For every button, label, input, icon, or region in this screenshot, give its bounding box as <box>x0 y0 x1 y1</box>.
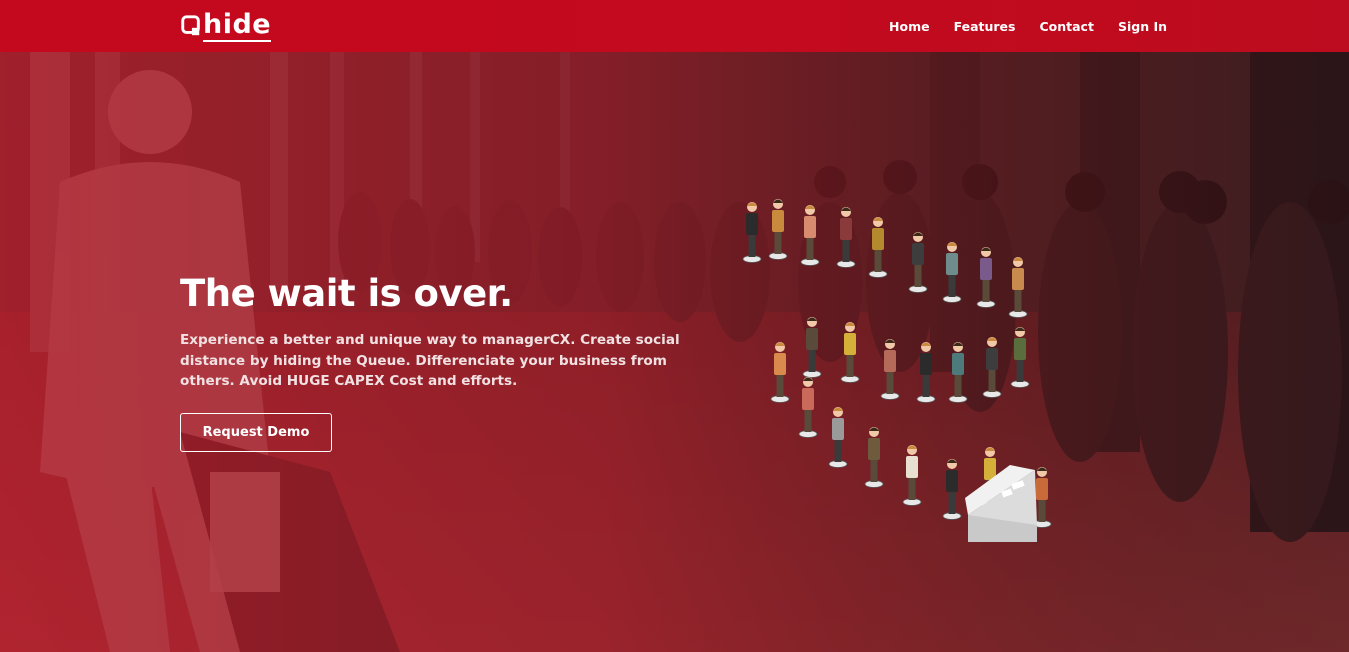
queue-person-figure <box>800 205 820 266</box>
hero-headline: The wait is over. <box>180 272 513 315</box>
queue-illustration <box>742 199 1052 542</box>
nav-link-home[interactable]: Home <box>889 19 930 34</box>
top-navbar: hide Home Features Contact Sign In <box>0 0 1349 52</box>
landing-page: hide Home Features Contact Sign In The w… <box>0 0 1349 652</box>
queue-person-figure <box>798 377 818 438</box>
nav-link-sign-in[interactable]: Sign In <box>1118 19 1167 34</box>
counter-desk <box>965 465 1037 542</box>
queue-person-figure <box>916 342 936 403</box>
request-demo-button[interactable]: Request Demo <box>180 413 332 452</box>
queue-person-figure <box>770 342 790 403</box>
queue-person-figure <box>976 247 996 308</box>
queue-person-figure <box>982 337 1002 398</box>
queue-person-figure <box>802 317 822 378</box>
queue-person-figure <box>942 242 962 303</box>
queue-person-figure <box>840 322 860 383</box>
queue-person-figure <box>768 199 788 260</box>
queue-person-figure <box>908 232 928 293</box>
nav-link-contact[interactable]: Contact <box>1039 19 1093 34</box>
queue-person-figure <box>942 459 962 520</box>
queue-person-figure <box>948 342 968 403</box>
queue-person-figure <box>1010 327 1030 388</box>
logo-q-mark <box>181 15 200 36</box>
queue-person-figure <box>836 207 856 268</box>
nav-link-features[interactable]: Features <box>954 19 1016 34</box>
brand-logo[interactable]: hide <box>180 9 272 43</box>
queue-person-figure <box>864 427 884 488</box>
queue-person-figure <box>1008 257 1028 318</box>
queue-person-figure <box>902 445 922 506</box>
hero-subtitle: Experience a better and unique way to ma… <box>180 332 680 389</box>
queue-person-figure <box>880 339 900 400</box>
queue-person-figure <box>828 407 848 468</box>
queue-person-figure <box>868 217 888 278</box>
brand-name: hide <box>203 9 272 42</box>
queue-person-figure <box>742 202 762 263</box>
main-navigation: Home Features Contact Sign In <box>865 0 1167 52</box>
